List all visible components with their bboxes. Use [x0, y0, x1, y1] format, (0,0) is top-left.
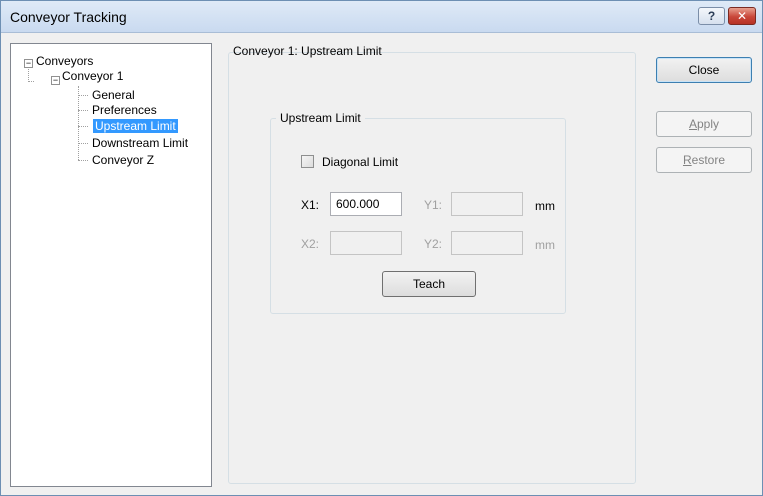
x2-label: X2: [301, 237, 320, 251]
unit-mm-2: mm [535, 238, 555, 252]
tree-item-preferences[interactable]: Preferences [92, 103, 157, 117]
diagonal-limit-checkbox[interactable] [301, 155, 314, 168]
conveyor-tracking-dialog: Conveyor Tracking ? ✕ − Conveyors − Conv… [0, 0, 763, 496]
tree-line [78, 95, 88, 96]
x1-label: X1: [301, 198, 320, 212]
y1-input[interactable] [451, 192, 523, 216]
close-icon: ✕ [736, 9, 748, 23]
restore-button[interactable]: Restore [656, 147, 752, 173]
window-close-button[interactable]: ✕ [728, 7, 756, 25]
y2-label: Y2: [424, 237, 443, 251]
apply-label: Apply [688, 117, 720, 131]
apply-button[interactable]: Apply [656, 111, 752, 137]
x1-input[interactable] [330, 192, 402, 216]
tree-line [28, 81, 34, 82]
teach-button[interactable]: Teach [382, 271, 476, 297]
collapse-conveyors-toggle[interactable]: − [24, 59, 33, 68]
section-title: Upstream Limit [276, 111, 365, 125]
tree-line [78, 110, 88, 111]
help-button[interactable]: ? [698, 7, 725, 25]
tree-line [78, 86, 79, 160]
collapse-conveyor-1-toggle[interactable]: − [51, 76, 60, 85]
tree-item-downstream-limit[interactable]: Downstream Limit [92, 136, 188, 150]
y2-input[interactable] [451, 231, 523, 255]
tree-line [78, 126, 88, 127]
tree-item-conveyor-1[interactable]: Conveyor 1 [62, 69, 123, 83]
x2-input[interactable] [330, 231, 402, 255]
tree-item-conveyors[interactable]: Conveyors [36, 54, 93, 68]
diagonal-limit-label[interactable]: Diagonal Limit [322, 155, 398, 169]
tree-item-general[interactable]: General [92, 88, 135, 102]
tree-item-conveyor-z[interactable]: Conveyor Z [92, 153, 154, 167]
conveyor-tree[interactable]: − Conveyors − Conveyor 1 General Prefere… [10, 43, 212, 487]
page-group-title: Conveyor 1: Upstream Limit [233, 44, 382, 58]
tree-line [78, 160, 88, 161]
title-bar[interactable]: Conveyor Tracking ? ✕ [1, 1, 762, 33]
tree-line [78, 143, 88, 144]
restore-label: Restore [682, 153, 726, 167]
close-button[interactable]: Close [656, 57, 752, 83]
y1-label: Y1: [424, 198, 443, 212]
window-title: Conveyor Tracking [10, 9, 127, 25]
unit-mm-1: mm [535, 199, 555, 213]
tree-item-upstream-limit[interactable]: Upstream Limit [93, 119, 178, 133]
help-icon: ? [707, 9, 716, 23]
